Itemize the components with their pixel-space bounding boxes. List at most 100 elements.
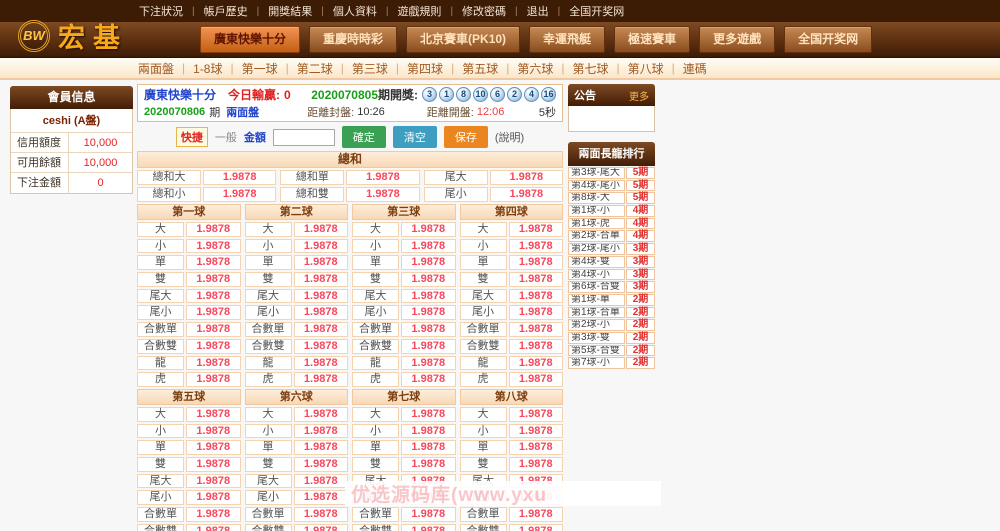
bet-cell-odds[interactable]: 1.9878 <box>509 457 564 472</box>
bet-cell-odds[interactable]: 1.9878 <box>186 289 241 304</box>
game-tab[interactable]: 更多遊戲 <box>699 26 775 53</box>
subnav-item[interactable]: 第三球 <box>344 60 396 77</box>
topnav-link[interactable]: 全国开奖网 <box>560 3 633 19</box>
bet-cell-odds[interactable]: 1.9878 <box>186 407 241 422</box>
bet-cell-odds[interactable]: 1.9878 <box>294 222 349 237</box>
bet-cell-odds[interactable]: 1.9878 <box>509 322 564 337</box>
bet-cell-odds[interactable]: 1.9878 <box>294 474 349 489</box>
subnav-item[interactable]: 兩面盤 <box>130 60 182 77</box>
bet-cell-odds[interactable]: 1.9878 <box>509 507 564 522</box>
bet-cell-odds[interactable]: 1.9878 <box>294 272 349 287</box>
bet-cell-odds[interactable]: 1.9878 <box>509 289 564 304</box>
bet-cell-odds[interactable]: 1.9878 <box>294 289 349 304</box>
bet-cell-odds[interactable]: 1.9878 <box>186 457 241 472</box>
topnav-link[interactable]: 遊戲規則 <box>388 3 450 19</box>
bet-cell-odds[interactable]: 1.9878 <box>401 322 456 337</box>
announcement-more-link[interactable]: 更多 <box>629 88 649 103</box>
bet-cell-odds[interactable]: 1.9878 <box>509 372 564 387</box>
bet-cell-odds[interactable]: 1.9878 <box>186 507 241 522</box>
bet-cell-odds[interactable]: 1.9878 <box>401 490 456 505</box>
subnav-item[interactable]: 第六球 <box>509 60 561 77</box>
game-tab[interactable]: 北京賽車(PK10) <box>406 26 520 53</box>
bet-cell-odds[interactable]: 1.9878 <box>186 239 241 254</box>
bet-cell-odds[interactable]: 1.9878 <box>401 507 456 522</box>
bet-cell-odds[interactable]: 1.9878 <box>401 524 456 531</box>
bet-cell-odds[interactable]: 1.9878 <box>490 170 563 185</box>
bet-cell-odds[interactable]: 1.9878 <box>509 407 564 422</box>
bet-cell-odds[interactable]: 1.9878 <box>186 440 241 455</box>
bet-cell-odds[interactable]: 1.9878 <box>186 322 241 337</box>
bet-cell-odds[interactable]: 1.9878 <box>294 440 349 455</box>
game-tab[interactable]: 全国开奖网 <box>784 26 872 53</box>
bet-cell-odds[interactable]: 1.9878 <box>509 524 564 531</box>
bet-cell-odds[interactable]: 1.9878 <box>509 272 564 287</box>
bet-cell-odds[interactable]: 1.9878 <box>401 372 456 387</box>
bet-cell-odds[interactable]: 1.9878 <box>203 187 276 202</box>
bet-cell-odds[interactable]: 1.9878 <box>294 424 349 439</box>
topnav-link[interactable]: 退出 <box>518 3 558 19</box>
bet-cell-odds[interactable]: 1.9878 <box>346 170 419 185</box>
bet-cell-odds[interactable]: 1.9878 <box>294 490 349 505</box>
subnav-item[interactable]: 第七球 <box>564 60 616 77</box>
bet-cell-odds[interactable]: 1.9878 <box>509 239 564 254</box>
subnav-item[interactable]: 第一球 <box>234 60 286 77</box>
bet-cell-odds[interactable]: 1.9878 <box>509 339 564 354</box>
bet-cell-odds[interactable]: 1.9878 <box>509 440 564 455</box>
bet-cell-odds[interactable]: 1.9878 <box>509 474 564 489</box>
bet-cell-odds[interactable]: 1.9878 <box>401 289 456 304</box>
bet-cell-odds[interactable]: 1.9878 <box>186 524 241 531</box>
bet-cell-odds[interactable]: 1.9878 <box>509 356 564 371</box>
bet-cell-odds[interactable]: 1.9878 <box>186 490 241 505</box>
topnav-link[interactable]: 個人資料 <box>324 3 386 19</box>
bet-cell-odds[interactable]: 1.9878 <box>509 222 564 237</box>
subnav-item[interactable]: 第四球 <box>399 60 451 77</box>
bet-cell-odds[interactable]: 1.9878 <box>401 356 456 371</box>
subnav-item[interactable]: 第五球 <box>454 60 506 77</box>
normal-bet-button[interactable]: 一般 <box>215 129 237 145</box>
bet-cell-odds[interactable]: 1.9878 <box>401 255 456 270</box>
bet-cell-odds[interactable]: 1.9878 <box>401 239 456 254</box>
bet-cell-odds[interactable]: 1.9878 <box>186 356 241 371</box>
bet-cell-odds[interactable]: 1.9878 <box>294 407 349 422</box>
bet-cell-odds[interactable]: 1.9878 <box>294 255 349 270</box>
clear-button[interactable]: 清空 <box>393 126 437 148</box>
bet-cell-odds[interactable]: 1.9878 <box>186 424 241 439</box>
bet-cell-odds[interactable]: 1.9878 <box>294 239 349 254</box>
save-button[interactable]: 保存 <box>444 126 488 148</box>
bet-cell-odds[interactable]: 1.9878 <box>346 187 419 202</box>
bet-cell-odds[interactable]: 1.9878 <box>294 356 349 371</box>
bet-cell-odds[interactable]: 1.9878 <box>509 255 564 270</box>
bet-cell-odds[interactable]: 1.9878 <box>186 372 241 387</box>
bet-cell-odds[interactable]: 1.9878 <box>401 440 456 455</box>
bet-cell-odds[interactable]: 1.9878 <box>401 407 456 422</box>
amount-input[interactable] <box>273 129 335 146</box>
game-tab[interactable]: 極速賽車 <box>614 26 690 53</box>
bet-cell-odds[interactable]: 1.9878 <box>490 187 563 202</box>
bet-cell-odds[interactable]: 1.9878 <box>509 305 564 320</box>
bet-cell-odds[interactable]: 1.9878 <box>401 339 456 354</box>
bet-cell-odds[interactable]: 1.9878 <box>186 339 241 354</box>
bet-cell-odds[interactable]: 1.9878 <box>401 474 456 489</box>
bet-cell-odds[interactable]: 1.9878 <box>294 524 349 531</box>
bet-cell-odds[interactable]: 1.9878 <box>294 507 349 522</box>
bet-cell-odds[interactable]: 1.9878 <box>509 490 564 505</box>
bet-cell-odds[interactable]: 1.9878 <box>294 322 349 337</box>
quick-bet-button[interactable]: 快捷 <box>176 127 208 147</box>
bet-cell-odds[interactable]: 1.9878 <box>294 457 349 472</box>
game-tab-active[interactable]: 廣東快樂十分 <box>200 26 300 53</box>
subnav-item[interactable]: 第二球 <box>289 60 341 77</box>
bet-cell-odds[interactable]: 1.9878 <box>509 424 564 439</box>
bet-cell-odds[interactable]: 1.9878 <box>186 255 241 270</box>
bet-cell-odds[interactable]: 1.9878 <box>186 474 241 489</box>
bet-cell-odds[interactable]: 1.9878 <box>401 424 456 439</box>
topnav-link[interactable]: 下注狀況 <box>130 3 192 19</box>
bet-cell-odds[interactable]: 1.9878 <box>401 272 456 287</box>
bet-cell-odds[interactable]: 1.9878 <box>186 222 241 237</box>
topnav-link[interactable]: 修改密碼 <box>453 3 515 19</box>
confirm-button[interactable]: 確定 <box>342 126 386 148</box>
bet-cell-odds[interactable]: 1.9878 <box>186 305 241 320</box>
mode-link[interactable]: 兩面盤 <box>226 104 259 120</box>
bet-cell-odds[interactable]: 1.9878 <box>401 457 456 472</box>
bet-cell-odds[interactable]: 1.9878 <box>294 372 349 387</box>
game-tab[interactable]: 幸運飛艇 <box>529 26 605 53</box>
